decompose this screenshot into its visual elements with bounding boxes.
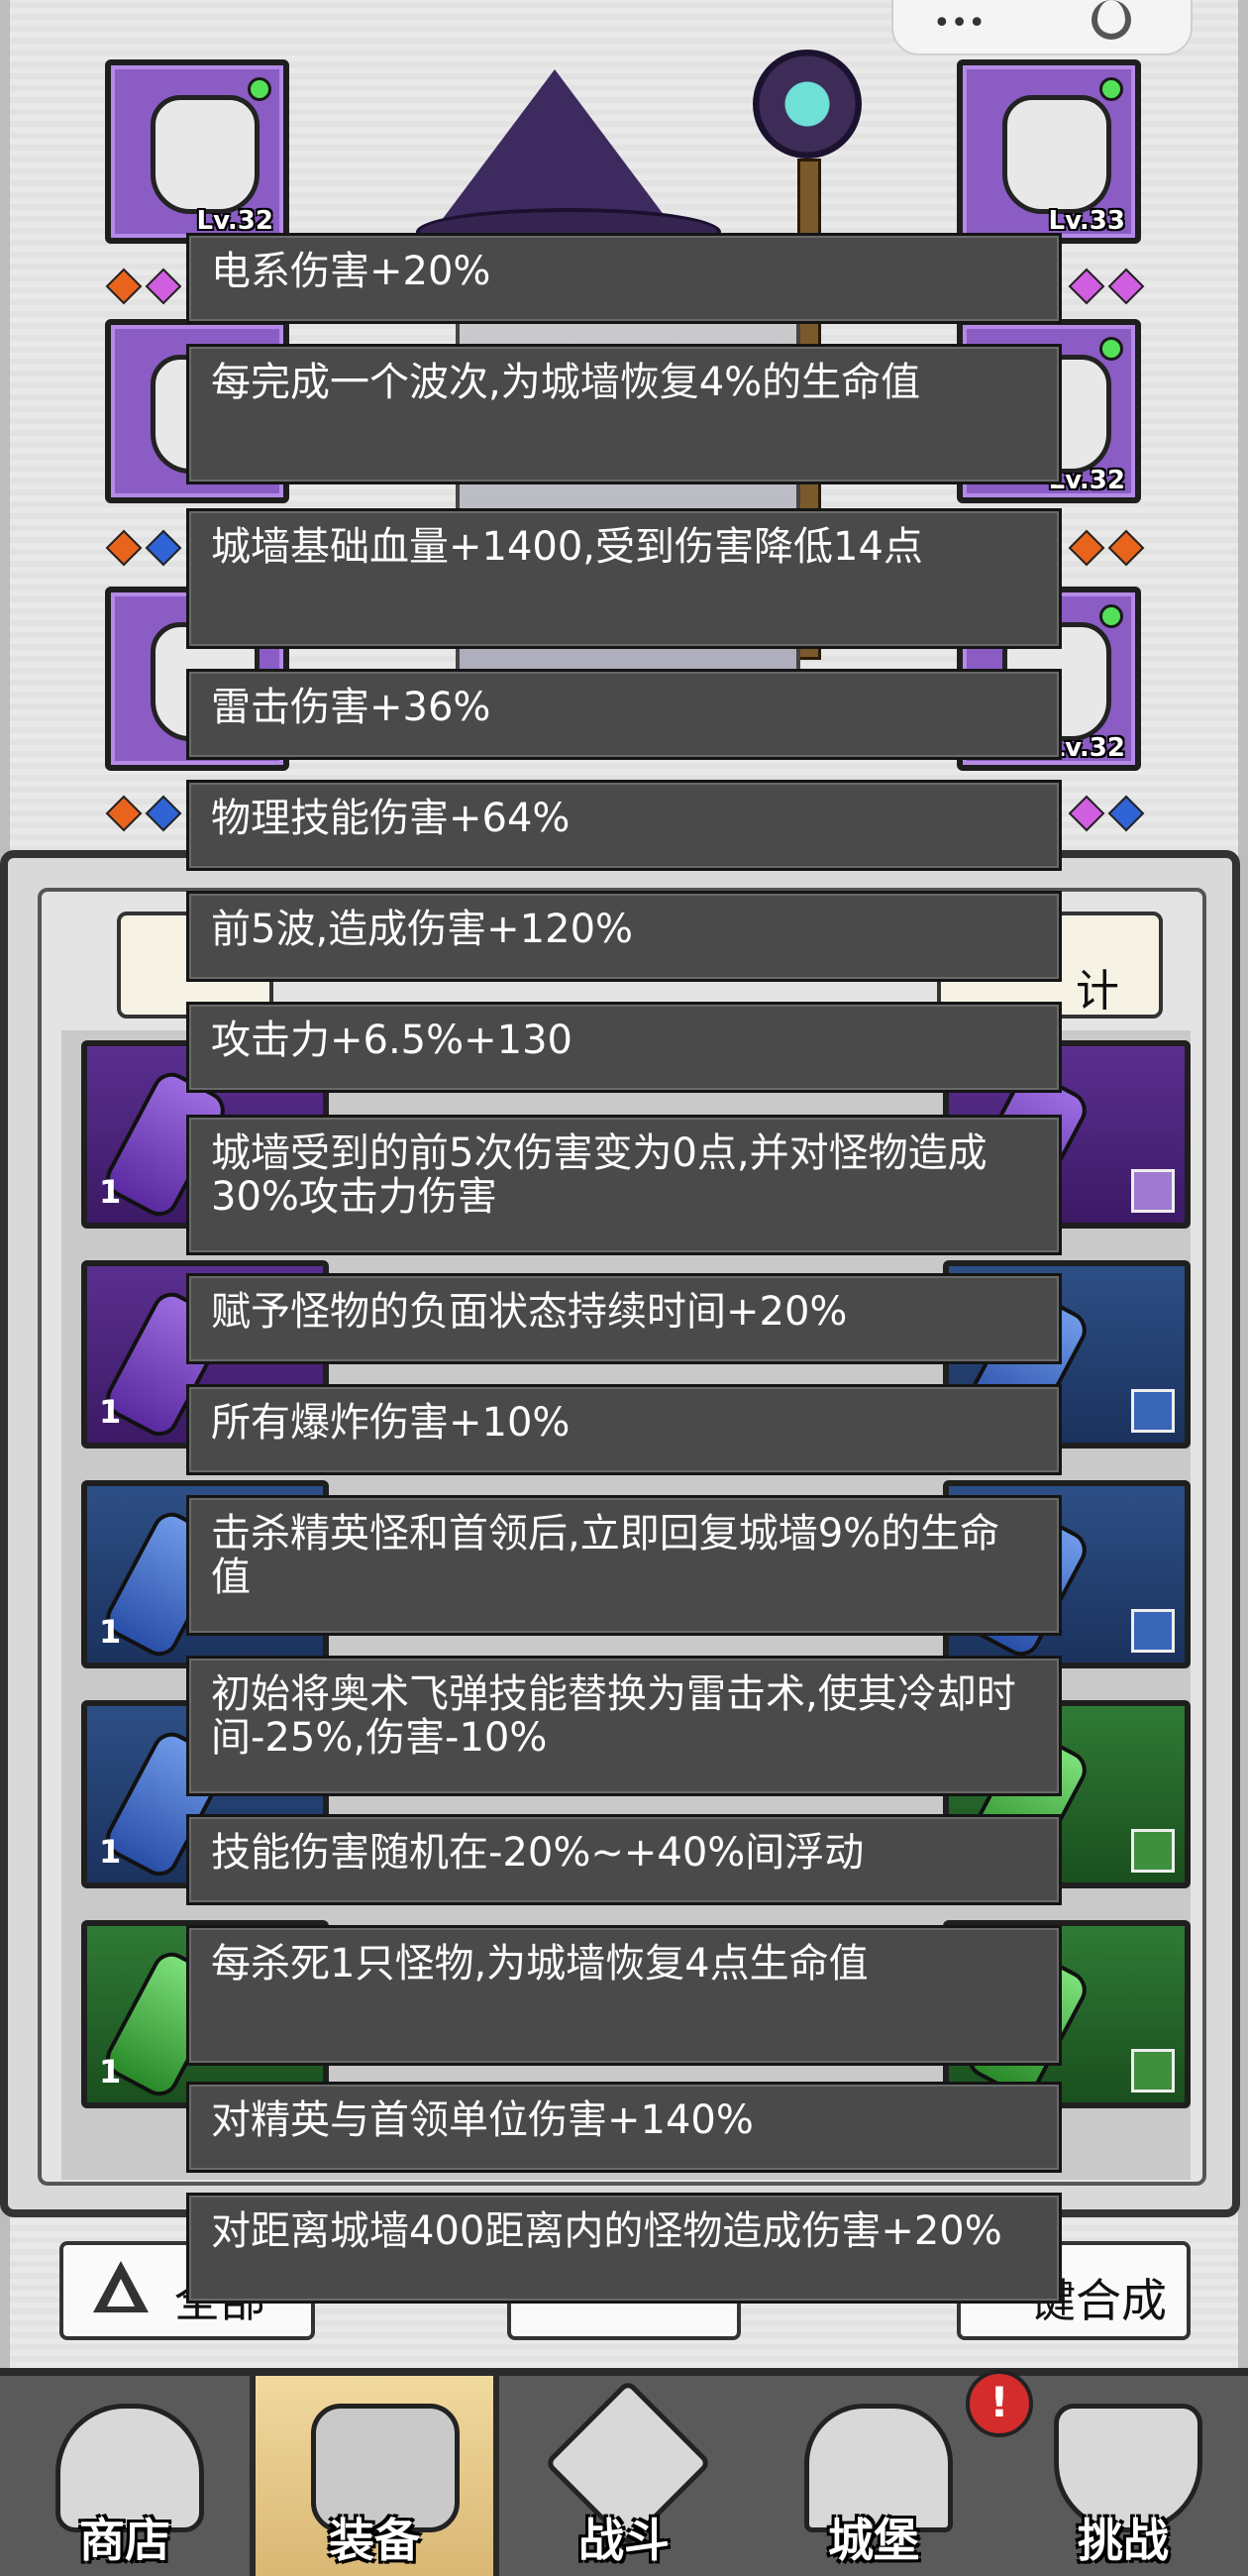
effect-line: 对精英与首领单位伤害+140% bbox=[186, 2082, 1062, 2173]
effect-line: 物理技能伤害+64% bbox=[186, 780, 1062, 871]
gem-sockets bbox=[1068, 529, 1153, 571]
effect-line: 所有爆炸伤害+10% bbox=[186, 1384, 1062, 1475]
effect-line: 城墙受到的前5次伤害变为0点,并对怪物造成30%攻击力伤害 bbox=[186, 1115, 1062, 1255]
staff-orb-icon bbox=[753, 50, 862, 159]
blue-gem-icon bbox=[145, 795, 182, 832]
blue-gem-icon bbox=[145, 529, 182, 567]
pink-gem-icon bbox=[1068, 795, 1105, 832]
nav-label: 城堡 bbox=[828, 2514, 919, 2567]
effect-line: 初始将奥术飞弹技能替换为雷击术,使其冷却时间-25%,伤害-10% bbox=[186, 1656, 1062, 1796]
gem-sockets bbox=[105, 529, 190, 571]
more-icon[interactable]: ••• bbox=[933, 6, 986, 41]
boots-badge-icon bbox=[1131, 1389, 1175, 1433]
gem-sockets bbox=[105, 268, 190, 309]
slot-level: Lv.33 bbox=[1048, 206, 1125, 236]
pink-gem-icon bbox=[1068, 268, 1105, 305]
amulet-badge-icon bbox=[1131, 1829, 1175, 1873]
equip-slot-weapon[interactable]: Lv.33 bbox=[957, 59, 1141, 244]
witch-hat bbox=[436, 69, 674, 228]
effect-line: 击杀精英怪和首领后,立即回复城墙9%的生命值 bbox=[186, 1495, 1062, 1636]
effect-line: 城墙基础血量+1400,受到伤害降低14点 bbox=[186, 508, 1062, 649]
slot-level: Lv.32 bbox=[196, 206, 273, 236]
blue-gem-icon bbox=[1107, 795, 1145, 832]
orange-gem-icon bbox=[1068, 529, 1105, 567]
orange-gem-icon bbox=[1107, 529, 1145, 567]
item-count: 1 bbox=[99, 1393, 122, 1431]
item-count: 1 bbox=[99, 1613, 122, 1651]
mini-program-capsule[interactable]: ••• bbox=[891, 0, 1193, 55]
gauntlet-icon bbox=[1002, 95, 1111, 214]
pink-gem-icon bbox=[145, 268, 182, 305]
orange-gem-icon bbox=[105, 268, 143, 305]
upgrade-dot-icon bbox=[1099, 337, 1123, 361]
bottom-nav: 商店 装备 战斗 城堡 挑战 bbox=[0, 2368, 1248, 2576]
upgrade-dot-icon bbox=[248, 77, 271, 101]
item-count: 1 bbox=[99, 1173, 122, 1211]
effect-line: 前5波,造成伤害+120% bbox=[186, 891, 1062, 982]
stats-label: 计 bbox=[1076, 966, 1119, 1017]
close-circle-icon[interactable] bbox=[1092, 0, 1131, 40]
effect-line: 电系伤害+20% bbox=[186, 233, 1062, 324]
gem-sockets bbox=[1068, 795, 1153, 836]
nav-battle[interactable]: 战斗 bbox=[499, 2376, 749, 2576]
nav-castle[interactable]: 城堡 bbox=[749, 2376, 998, 2576]
castle-notification-badge: ! bbox=[966, 2370, 1033, 2437]
nav-shop[interactable]: 商店 bbox=[0, 2376, 250, 2576]
ring-badge-icon bbox=[1131, 1609, 1175, 1653]
armor-badge-icon bbox=[1131, 2049, 1175, 2093]
item-count: 1 bbox=[99, 1833, 122, 1871]
effect-line: 攻击力+6.5%+130 bbox=[186, 1002, 1062, 1093]
nav-equipment[interactable]: 装备 bbox=[250, 2376, 499, 2576]
effect-line: 赋予怪物的负面状态持续时间+20% bbox=[186, 1273, 1062, 1364]
effect-line: 技能伤害随机在-20%~+40%间浮动 bbox=[186, 1814, 1062, 1905]
orange-gem-icon bbox=[105, 795, 143, 832]
upgrade-dot-icon bbox=[1099, 77, 1123, 101]
effect-line: 雷击伤害+36% bbox=[186, 669, 1062, 760]
nav-label: 商店 bbox=[79, 2514, 170, 2567]
equip-slot-helmet[interactable]: Lv.32 bbox=[105, 59, 289, 244]
nav-label: 战斗 bbox=[578, 2514, 670, 2567]
nav-challenge[interactable]: 挑战 bbox=[998, 2376, 1248, 2576]
helmet-icon bbox=[151, 95, 260, 214]
item-count: 1 bbox=[99, 2053, 122, 2091]
helmet-badge-icon bbox=[1131, 1169, 1175, 1213]
pink-gem-icon bbox=[1107, 268, 1145, 305]
nav-label: 装备 bbox=[329, 2514, 420, 2567]
effect-line: 每完成一个波次,为城墙恢复4%的生命值 bbox=[186, 344, 1062, 484]
gem-sockets bbox=[105, 795, 190, 836]
effect-line: 每杀死1只怪物,为城墙恢复4点生命值 bbox=[186, 1925, 1062, 2066]
upgrade-dot-icon bbox=[1099, 604, 1123, 628]
nav-label: 挑战 bbox=[1078, 2514, 1169, 2567]
equipment-effects-tooltip: 电系伤害+20% 每完成一个波次,为城墙恢复4%的生命值 城墙基础血量+1400… bbox=[186, 233, 1062, 2304]
gem-sockets bbox=[1068, 268, 1153, 309]
orange-gem-icon bbox=[105, 529, 143, 567]
up-arrow-icon bbox=[93, 2261, 149, 2312]
effect-line: 对距离城墙400距离内的怪物造成伤害+20% bbox=[186, 2193, 1062, 2304]
